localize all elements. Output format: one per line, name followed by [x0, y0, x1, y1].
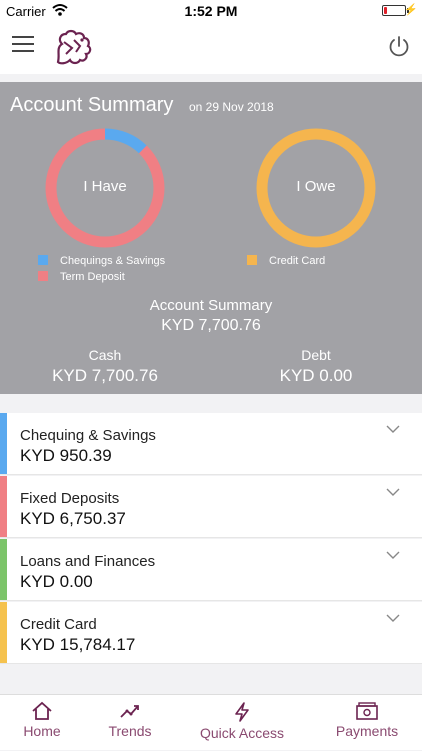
- total-label: Account Summary: [149, 297, 273, 314]
- tab-bar: Home Trends Quick Access Payments: [0, 694, 422, 750]
- account-row-fixed-deposits[interactable]: Fixed Deposits KYD 6,750.37: [0, 476, 422, 538]
- debt-label: Debt: [301, 347, 331, 363]
- legend-credit-card: Credit Card: [247, 255, 325, 267]
- trends-icon: [120, 705, 139, 718]
- chevron-down-icon[interactable]: [386, 488, 400, 497]
- home-icon: [32, 701, 52, 720]
- payments-icon: [356, 702, 378, 720]
- debt-value: KYD 0.00: [279, 366, 353, 385]
- legend-chequings: Chequings & Savings: [38, 255, 165, 267]
- cash-value: KYD 7,700.76: [52, 366, 158, 385]
- status-bar: Carrier 1:52 PM ⚡: [0, 0, 422, 22]
- tab-trends[interactable]: Trends: [88, 695, 172, 751]
- i-owe-label: I Owe: [296, 178, 336, 195]
- i-have-chart[interactable]: I Have: [43, 126, 167, 250]
- account-name: Fixed Deposits: [20, 490, 120, 507]
- tab-payments[interactable]: Payments: [326, 695, 408, 751]
- accounts-list: Chequing & Savings KYD 950.39 Fixed Depo…: [0, 413, 422, 665]
- account-name: Loans and Finances: [20, 553, 156, 570]
- account-row-credit-card[interactable]: Credit Card KYD 15,784.17: [0, 602, 422, 664]
- battery-icon: [382, 5, 406, 16]
- tab-home[interactable]: Home: [0, 695, 84, 751]
- account-amount: KYD 15,784.17: [20, 635, 136, 654]
- account-name: Credit Card: [20, 616, 97, 633]
- chevron-down-icon[interactable]: [386, 551, 400, 560]
- i-owe-chart[interactable]: I Owe: [254, 126, 378, 250]
- account-row-chequing[interactable]: Chequing & Savings KYD 950.39: [0, 413, 422, 475]
- account-amount: KYD 0.00: [20, 572, 93, 591]
- chevron-down-icon[interactable]: [386, 425, 400, 434]
- summary-title: Account Summary: [10, 94, 174, 116]
- clock: 1:52 PM: [184, 3, 238, 19]
- charging-icon: ⚡: [404, 4, 418, 16]
- tab-label: Trends: [108, 723, 152, 739]
- tab-quick-access[interactable]: Quick Access: [188, 695, 296, 751]
- power-icon[interactable]: [388, 35, 410, 57]
- account-amount: KYD 6,750.37: [20, 509, 126, 528]
- nav-bar: [0, 22, 422, 74]
- tab-label: Home: [23, 723, 61, 739]
- tab-label: Quick Access: [199, 725, 285, 741]
- tab-label: Payments: [335, 723, 399, 739]
- i-have-label: I Have: [83, 178, 127, 195]
- account-name: Chequing & Savings: [20, 427, 156, 444]
- legend-term-deposit: Term Deposit: [38, 271, 125, 283]
- chevron-down-icon[interactable]: [386, 614, 400, 623]
- account-summary-panel: Account Summary on 29 Nov 2018 I Have I …: [0, 82, 422, 394]
- account-row-loans[interactable]: Loans and Finances KYD 0.00: [0, 539, 422, 601]
- cash-label: Cash: [88, 347, 122, 363]
- summary-date: on 29 Nov 2018: [189, 100, 274, 114]
- bank-logo: [56, 29, 92, 65]
- lightning-icon: [235, 702, 249, 722]
- total-value: KYD 7,700.76: [161, 317, 261, 334]
- menu-icon[interactable]: [12, 36, 34, 54]
- account-amount: KYD 950.39: [20, 446, 112, 465]
